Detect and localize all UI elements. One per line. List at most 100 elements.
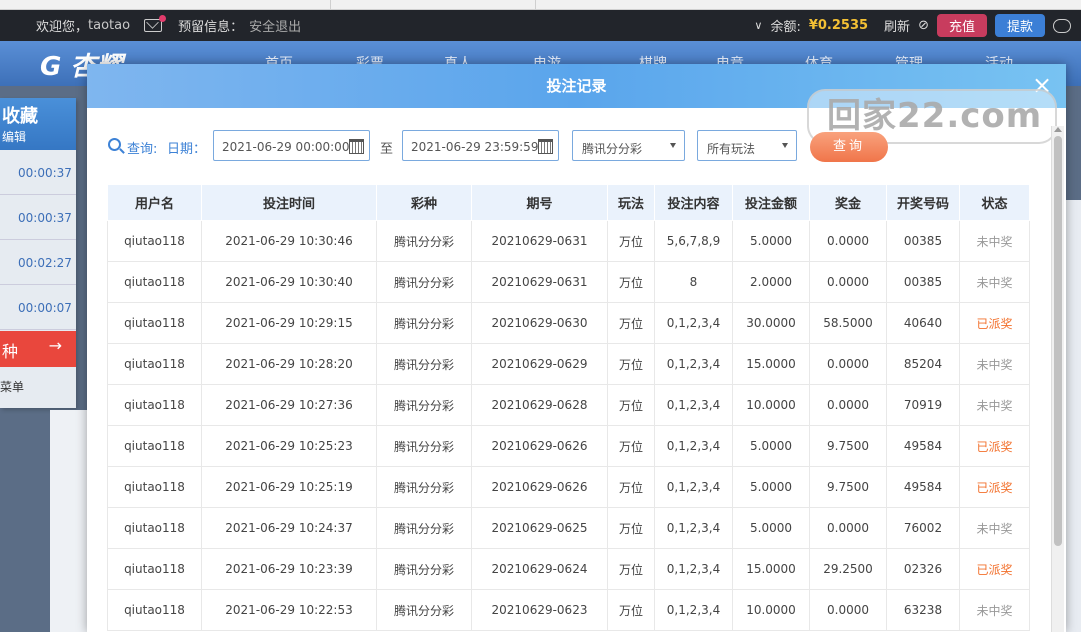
chat-icon[interactable] [1053, 18, 1071, 33]
favorites-panel: 收藏 编辑 00:00:37 00:00:37 00:02:27 00:00:0… [0, 98, 76, 408]
notice-label: 预留信息： [178, 20, 244, 35]
cell-lottery: 腾讯分分彩 [376, 343, 472, 385]
lottery-type-label: 种 [2, 342, 19, 361]
cell-bet-amount: 30.0000 [732, 302, 810, 344]
favorites-header: 收藏 编辑 [0, 98, 76, 150]
col-header-play: 玩法 [607, 184, 655, 221]
cell-bet-amount: 5.0000 [732, 507, 810, 549]
dropdown-arrow-icon [782, 143, 788, 148]
lottery-type-button[interactable]: 种 → [0, 331, 76, 367]
cell-bet-time: 2021-06-29 10:30:46 [201, 220, 377, 262]
cell-status: 未中奖 [959, 220, 1030, 262]
cell-bet-amount: 15.0000 [732, 548, 810, 590]
calendar-icon[interactable] [349, 139, 364, 154]
table-row: qiutao118 2021-06-29 10:29:15 腾讯分分彩 2021062… [107, 302, 1030, 344]
cell-status: 未中奖 [959, 589, 1030, 631]
cell-play: 万位 [607, 302, 655, 344]
browser-tab-strip [0, 0, 1081, 10]
cell-bet-time: 2021-06-29 10:25:23 [201, 425, 377, 467]
cell-lottery: 腾讯分分彩 [376, 507, 472, 549]
cell-status: 已派奖 [959, 302, 1030, 344]
col-header-status: 状态 [959, 184, 1030, 221]
cell-username: qiutao118 [107, 589, 202, 631]
notification-dot [159, 15, 167, 22]
cell-issue: 20210629-0626 [471, 466, 608, 508]
play-type-select[interactable]: 所有玩法 [697, 130, 797, 161]
favorites-edit[interactable]: 编辑 [2, 128, 76, 145]
cell-bet-amount: 5.0000 [732, 220, 810, 262]
cell-bet-content: 8 [654, 261, 733, 303]
start-date-input[interactable]: 2021-06-29 00:00:00 [213, 130, 370, 161]
cell-username: qiutao118 [107, 261, 202, 303]
calendar-icon[interactable] [538, 139, 553, 154]
mail-icon[interactable] [144, 15, 167, 32]
scroll-thumb[interactable] [1054, 136, 1062, 546]
cell-bet-content: 0,1,2,3,4 [654, 302, 733, 344]
col-header-lottery: 彩种 [376, 184, 472, 221]
bet-record-table: 用户名 投注时间 彩种 期号 玩法 投注内容 投注金额 奖金 开奖号码 状态 q… [107, 184, 1030, 631]
cell-draw-number: 63238 [886, 589, 960, 631]
arrow-right-icon: → [48, 336, 62, 355]
cell-bet-content: 0,1,2,3,4 [654, 384, 733, 426]
cell-bet-time: 2021-06-29 10:23:39 [201, 548, 377, 590]
cell-bet-content: 5,6,7,8,9 [654, 220, 733, 262]
recharge-button[interactable]: 充值 [936, 14, 987, 37]
lottery-select[interactable]: 腾讯分分彩 [572, 130, 685, 161]
cell-draw-number: 00385 [886, 261, 960, 303]
eye-hidden-icon[interactable]: ⊘ [918, 18, 929, 33]
cell-lottery: 腾讯分分彩 [376, 261, 472, 303]
scrollbar[interactable] [1051, 126, 1064, 632]
countdown-timer: 00:00:07 [0, 285, 76, 330]
cell-prize: 0.0000 [809, 261, 887, 303]
table-row: qiutao118 2021-06-29 10:23:39 腾讯分分彩 2021062… [107, 548, 1030, 590]
menu-link[interactable]: 菜单 [0, 378, 24, 395]
table-row: qiutao118 2021-06-29 10:22:53 腾讯分分彩 2021062… [107, 589, 1030, 631]
logout-link[interactable]: 安全退出 [249, 16, 301, 35]
cell-lottery: 腾讯分分彩 [376, 220, 472, 262]
cell-bet-time: 2021-06-29 10:29:15 [201, 302, 377, 344]
welcome-text: 欢迎您， [36, 20, 89, 35]
cell-status: 未中奖 [959, 507, 1030, 549]
cell-username: qiutao118 [107, 343, 202, 385]
cell-play: 万位 [607, 589, 655, 631]
cell-draw-number: 02326 [886, 548, 960, 590]
cell-play: 万位 [607, 384, 655, 426]
cell-lottery: 腾讯分分彩 [376, 548, 472, 590]
cell-issue: 20210629-0628 [471, 384, 608, 426]
balance-label: 余额: [770, 20, 801, 35]
withdraw-button[interactable]: 提款 [994, 14, 1045, 37]
cell-draw-number: 00385 [886, 220, 960, 262]
chevron-down-icon[interactable]: ∨ [754, 19, 762, 32]
cell-issue: 20210629-0629 [471, 343, 608, 385]
cell-username: qiutao118 [107, 302, 202, 344]
end-date-value: 2021-06-29 23:59:59 [411, 140, 539, 154]
cell-lottery: 腾讯分分彩 [376, 384, 472, 426]
cell-bet-time: 2021-06-29 10:22:53 [201, 589, 377, 631]
cell-username: qiutao118 [107, 507, 202, 549]
countdown-timer: 00:00:37 [0, 150, 76, 195]
table-row: qiutao118 2021-06-29 10:25:23 腾讯分分彩 2021062… [107, 425, 1030, 467]
query-label: 查询: [127, 142, 158, 157]
table-row: qiutao118 2021-06-29 10:30:46 腾讯分分彩 2021062… [107, 220, 1030, 262]
scroll-up-icon[interactable] [1054, 127, 1062, 132]
cell-bet-amount: 10.0000 [732, 589, 810, 631]
cell-bet-time: 2021-06-29 10:24:37 [201, 507, 377, 549]
cell-play: 万位 [607, 261, 655, 303]
table-row: qiutao118 2021-06-29 10:24:37 腾讯分分彩 2021062… [107, 507, 1030, 549]
cell-bet-time: 2021-06-29 10:28:20 [201, 343, 377, 385]
cell-prize: 9.7500 [809, 466, 887, 508]
table-row: qiutao118 2021-06-29 10:27:36 腾讯分分彩 2021062… [107, 384, 1030, 426]
cell-bet-amount: 15.0000 [732, 343, 810, 385]
refresh-button[interactable]: 刷新 [884, 16, 910, 35]
table-row: qiutao118 2021-06-29 10:28:20 腾讯分分彩 2021062… [107, 343, 1030, 385]
cell-lottery: 腾讯分分彩 [376, 302, 472, 344]
cell-issue: 20210629-0625 [471, 507, 608, 549]
countdown-timer: 00:00:37 [0, 195, 76, 240]
username: taotao [88, 18, 131, 33]
cell-bet-content: 0,1,2,3,4 [654, 589, 733, 631]
cell-play: 万位 [607, 343, 655, 385]
query-button[interactable]: 查询 [810, 132, 888, 162]
cell-lottery: 腾讯分分彩 [376, 589, 472, 631]
end-date-input[interactable]: 2021-06-29 23:59:59 [402, 130, 559, 161]
col-header-username: 用户名 [107, 184, 202, 221]
